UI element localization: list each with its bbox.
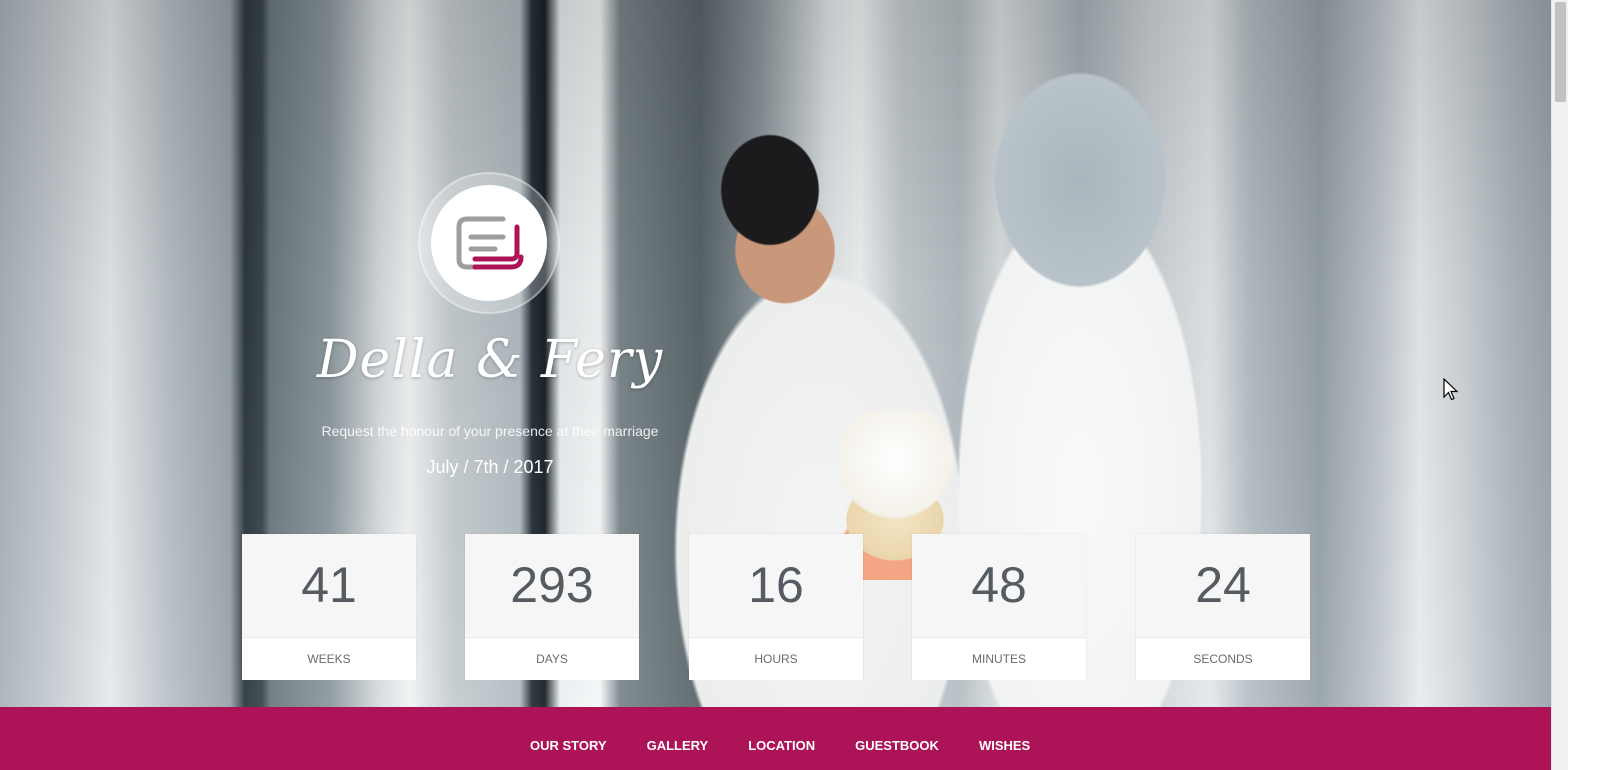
logo[interactable] — [431, 185, 547, 301]
countdown-minutes: 48 MINUTES — [912, 534, 1086, 680]
mouse-pointer-icon — [1443, 378, 1459, 401]
countdown-seconds: 24 SECONDS — [1136, 534, 1310, 680]
countdown-hours: 16 HOURS — [689, 534, 863, 680]
main-navigation: OUR STORY GALLERY LOCATION GUESTBOOK WIS… — [0, 707, 1551, 770]
nav-wishes[interactable]: WISHES — [979, 738, 1030, 758]
nav-gallery[interactable]: GALLERY — [647, 738, 709, 758]
window-edge — [1568, 0, 1600, 770]
countdown-label: WEEKS — [242, 637, 416, 680]
countdown-value: 24 — [1136, 534, 1310, 637]
invitation-subtitle: Request the honour of your presence at t… — [321, 423, 659, 439]
vertical-scrollbar[interactable] — [1551, 0, 1568, 770]
nav-our-story[interactable]: OUR STORY — [530, 738, 607, 758]
countdown-label: HOURS — [689, 637, 863, 680]
countdown-label: DAYS — [465, 637, 639, 680]
countdown-label: MINUTES — [912, 637, 1086, 680]
countdown-days: 293 DAYS — [465, 534, 639, 680]
countdown-value: 48 — [912, 534, 1086, 637]
countdown-value: 16 — [689, 534, 863, 637]
page: Della & Fery Request the honour of your … — [0, 0, 1600, 770]
countdown: 41 WEEKS 293 DAYS 16 HOURS 48 MINUTES 24… — [242, 534, 1310, 680]
countdown-value: 293 — [465, 534, 639, 637]
couple-name: Della & Fery — [316, 330, 664, 390]
monogram-logo-icon — [456, 216, 524, 270]
nav-items: OUR STORY GALLERY LOCATION GUESTBOOK WIS… — [530, 738, 1070, 758]
countdown-value: 41 — [242, 534, 416, 637]
nav-location[interactable]: LOCATION — [748, 738, 815, 758]
wedding-date: July / 7th / 2017 — [426, 457, 554, 477]
scrollbar-thumb[interactable] — [1555, 2, 1566, 102]
countdown-weeks: 41 WEEKS — [242, 534, 416, 680]
nav-guestbook[interactable]: GUESTBOOK — [855, 738, 939, 758]
countdown-label: SECONDS — [1136, 637, 1310, 680]
